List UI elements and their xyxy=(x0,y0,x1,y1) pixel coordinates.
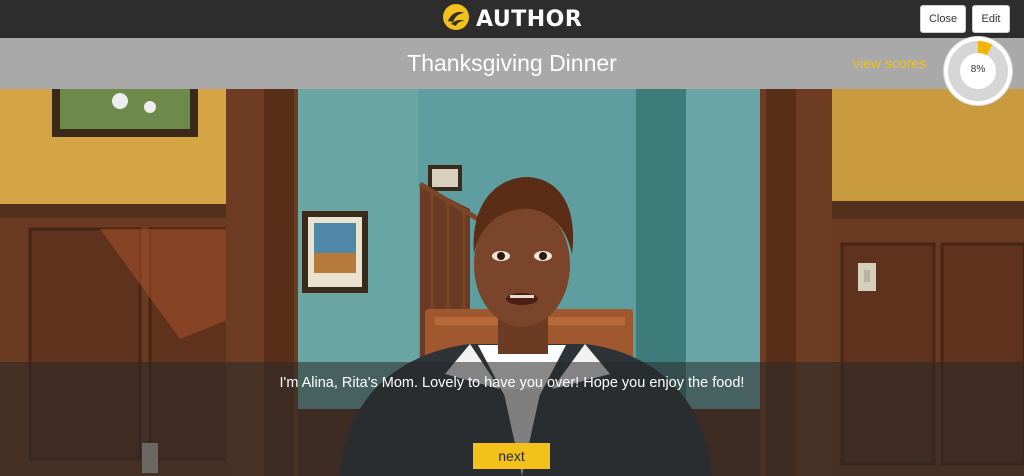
view-scores-link[interactable]: view scores xyxy=(853,55,926,71)
author-logo-icon xyxy=(442,3,470,36)
edit-button[interactable]: Edit xyxy=(972,5,1010,33)
progress-ring: 8% xyxy=(944,37,1012,105)
dialog-text: I'm Alina, Rita's Mom. Lovely to have yo… xyxy=(279,375,745,391)
top-bar: AUTHOR Close Edit xyxy=(0,0,1024,38)
next-button[interactable]: next xyxy=(473,443,550,469)
brand-name: AUTHOR xyxy=(476,6,583,32)
title-bar: Thanksgiving Dinner view scores xyxy=(0,38,1024,89)
brand: AUTHOR xyxy=(442,3,583,36)
progress-percent: 8% xyxy=(970,64,986,75)
close-button[interactable]: Close xyxy=(920,5,966,33)
